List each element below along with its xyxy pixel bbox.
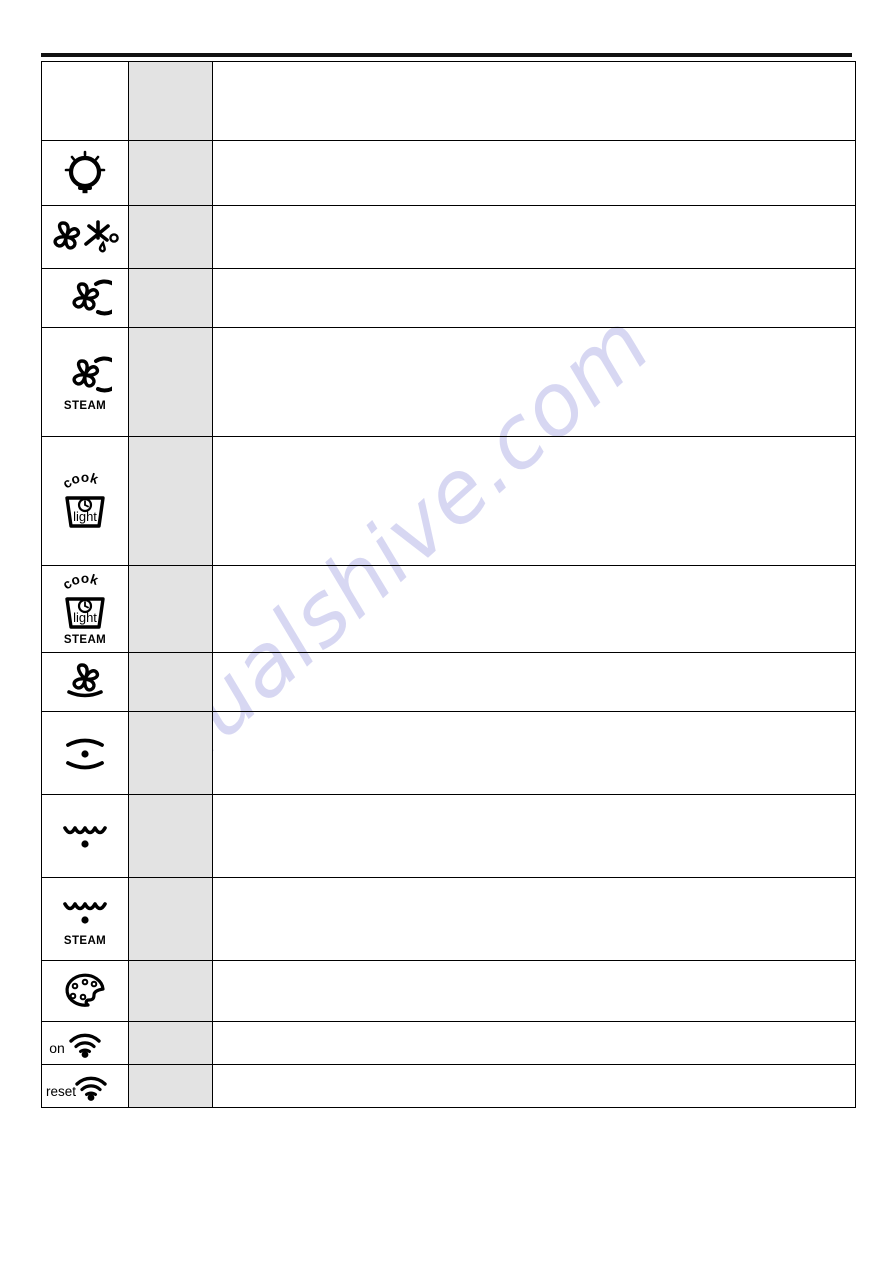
description-cell <box>212 565 856 653</box>
description-cell <box>212 877 856 961</box>
shaded-cell <box>128 1064 213 1108</box>
icon-cell <box>41 268 129 328</box>
cook-light-icon: cook light <box>60 470 105 528</box>
shaded-cell <box>128 436 213 566</box>
oven-lamp-icon <box>64 150 106 194</box>
description-cell <box>212 711 856 795</box>
wifi-reset-icon: reset <box>46 1076 107 1101</box>
table-row <box>41 140 856 206</box>
shaded-cell <box>128 960 213 1022</box>
description-cell <box>212 1021 856 1065</box>
table-row: STEAM <box>41 877 856 961</box>
icon-cell: cook light <box>41 436 129 566</box>
icon-cell <box>41 960 129 1022</box>
description-cell <box>212 652 856 712</box>
table-row <box>41 794 856 878</box>
top-bottom-heat-dot-icon <box>66 738 104 770</box>
table-row <box>41 711 856 795</box>
description-cell <box>212 327 856 437</box>
wave-dot-icon <box>63 826 107 848</box>
table-row <box>41 960 856 1022</box>
icon-cell <box>41 711 129 795</box>
svg-text:cook: cook <box>60 470 101 491</box>
svg-text:light: light <box>73 610 97 625</box>
description-cell <box>212 794 856 878</box>
palette-icon <box>65 973 105 1007</box>
icon-cell: cook light STEAM <box>41 565 129 653</box>
blank-icon <box>42 99 128 103</box>
shaded-cell <box>128 711 213 795</box>
document-page: STEAM cook light cook light STEAM STEAM … <box>0 0 893 1263</box>
shaded-cell <box>128 205 213 269</box>
steam-label: STEAM <box>63 935 107 948</box>
fan-defrost-icon <box>53 220 119 253</box>
table-row: STEAM <box>41 327 856 437</box>
icon-cell: STEAM <box>41 877 129 961</box>
icon-cell <box>41 61 129 141</box>
icon-cell: STEAM <box>41 327 129 437</box>
fan-in-circle-steam-icon <box>72 356 112 393</box>
header-rule <box>41 53 852 57</box>
icon-cell <box>41 794 129 878</box>
table-row: cook light <box>41 436 856 566</box>
cook-light-steam-icon: cook light <box>60 571 105 629</box>
description-cell <box>212 268 856 328</box>
icon-cell <box>41 205 129 269</box>
table-row <box>41 652 856 712</box>
description-cell <box>212 205 856 269</box>
shaded-cell <box>128 877 213 961</box>
svg-text:cook: cook <box>60 571 101 592</box>
fan-bottom-heat-icon <box>67 663 103 698</box>
svg-text:on: on <box>49 1040 65 1056</box>
steam-label: STEAM <box>63 634 107 647</box>
wave-dot-steam-icon <box>63 902 107 924</box>
description-cell <box>212 61 856 141</box>
shaded-cell <box>128 327 213 437</box>
svg-text:light: light <box>73 509 97 524</box>
shaded-cell <box>128 1021 213 1065</box>
shaded-cell <box>128 140 213 206</box>
description-cell <box>212 436 856 566</box>
description-cell <box>212 140 856 206</box>
table-row: on <box>41 1021 856 1065</box>
shaded-cell <box>128 565 213 653</box>
shaded-cell <box>128 794 213 878</box>
table-row <box>41 61 856 141</box>
table-row <box>41 268 856 328</box>
icon-cell <box>41 652 129 712</box>
svg-text:reset: reset <box>46 1084 76 1099</box>
shaded-cell <box>128 61 213 141</box>
shaded-cell <box>128 268 213 328</box>
table-row: cook light STEAM <box>41 565 856 653</box>
icon-cell: on <box>41 1021 129 1065</box>
table-row <box>41 205 856 269</box>
wifi-on-icon: on <box>49 1033 101 1058</box>
description-cell <box>212 960 856 1022</box>
description-cell <box>212 1064 856 1108</box>
steam-label: STEAM <box>63 400 107 413</box>
table-row: reset <box>41 1064 856 1108</box>
shaded-cell <box>128 652 213 712</box>
fan-in-circle-icon <box>72 279 112 316</box>
icon-cell <box>41 140 129 206</box>
icon-cell: reset <box>41 1064 129 1108</box>
oven-function-icon-table: STEAM cook light cook light STEAM STEAM … <box>41 61 856 1108</box>
